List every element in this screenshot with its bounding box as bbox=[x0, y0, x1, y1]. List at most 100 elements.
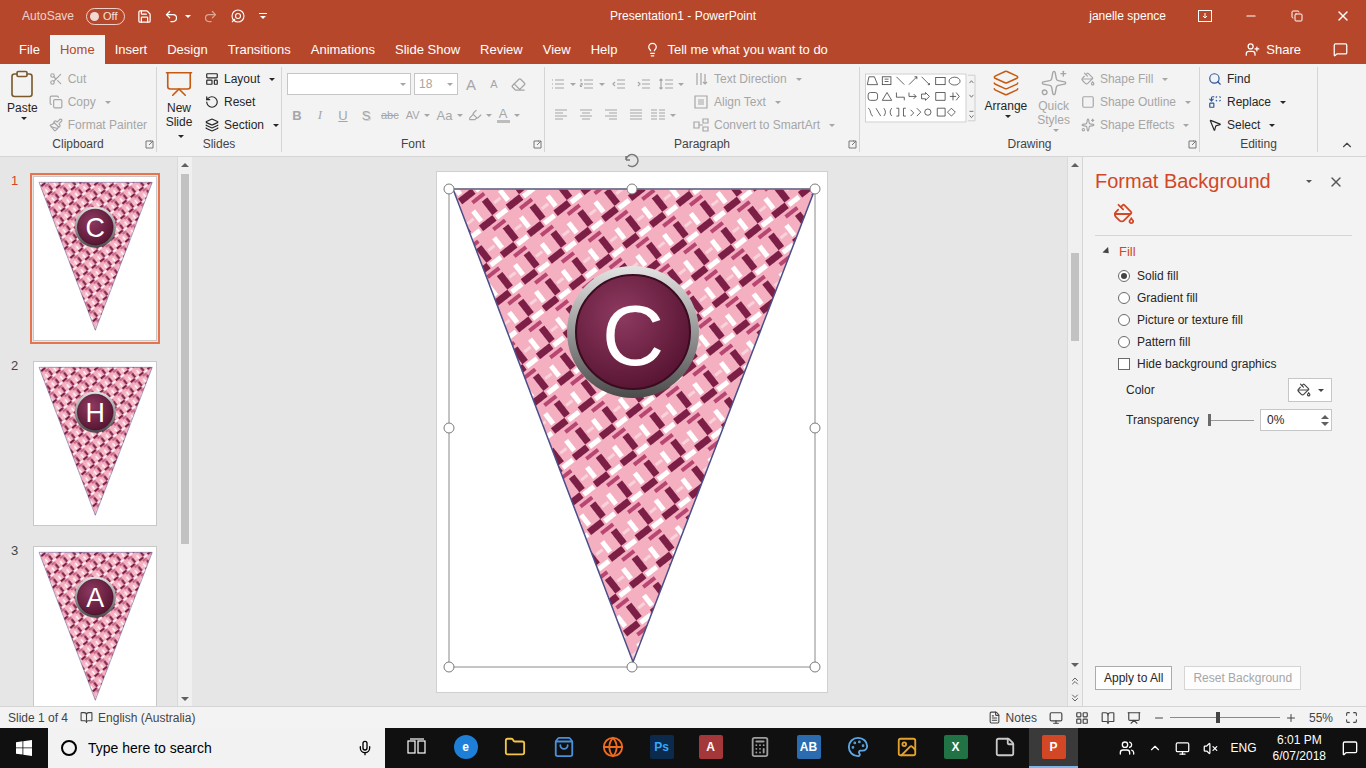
ribbon-tab[interactable]: Design bbox=[157, 35, 217, 64]
ribbon-display-options-icon[interactable] bbox=[1198, 10, 1212, 22]
resize-handle[interactable] bbox=[444, 662, 454, 672]
task-view-icon[interactable] bbox=[407, 738, 427, 756]
touch-mode-icon[interactable] bbox=[230, 8, 246, 24]
restore-button[interactable] bbox=[1274, 0, 1320, 32]
dialog-launcher-icon[interactable] bbox=[145, 140, 154, 149]
taskbar-app[interactable] bbox=[882, 728, 931, 768]
ribbon-tab[interactable]: Help bbox=[581, 35, 628, 64]
fill-option[interactable]: Gradient fill bbox=[1083, 287, 1366, 309]
resize-handle[interactable] bbox=[444, 184, 454, 194]
pane-options-button[interactable] bbox=[1294, 180, 1320, 183]
resize-handle[interactable] bbox=[627, 184, 637, 194]
tell-me-box[interactable]: Tell me what you want to do bbox=[645, 35, 827, 64]
people-button[interactable] bbox=[1115, 728, 1139, 768]
pennant-shape[interactable] bbox=[39, 367, 152, 515]
language-button[interactable]: English (Australia) bbox=[80, 711, 195, 725]
undo-button[interactable] bbox=[164, 9, 191, 24]
fill-tab[interactable] bbox=[1113, 203, 1135, 235]
taskbar-app[interactable] bbox=[833, 728, 882, 768]
zoom-slider[interactable] bbox=[1170, 711, 1280, 725]
customize-toolbar-button[interactable] bbox=[258, 11, 268, 21]
autosave-toggle[interactable]: Off bbox=[86, 8, 124, 25]
radio-button[interactable] bbox=[1118, 270, 1130, 282]
pennant-shape[interactable] bbox=[39, 552, 152, 700]
taskbar-app[interactable] bbox=[490, 728, 539, 768]
fit-to-window-button[interactable] bbox=[1345, 711, 1358, 724]
slide-scrollbar[interactable] bbox=[1067, 157, 1082, 706]
taskbar-app[interactable]: A bbox=[686, 728, 735, 768]
user-name[interactable]: janelle spence bbox=[1089, 9, 1166, 23]
fill-option[interactable]: Picture or texture fill bbox=[1083, 309, 1366, 331]
zoom-thumb[interactable] bbox=[1216, 712, 1220, 723]
previous-slide-button[interactable] bbox=[1068, 672, 1082, 689]
shapes-gallery[interactable] bbox=[865, 67, 977, 129]
taskbar-app[interactable]: P bbox=[1029, 728, 1078, 768]
notes-button[interactable]: Notes bbox=[988, 711, 1037, 725]
pennant-shape[interactable] bbox=[39, 182, 152, 330]
ribbon-tab[interactable]: Review bbox=[470, 35, 533, 64]
section-button[interactable]: Section bbox=[202, 114, 282, 136]
shape-selection[interactable] bbox=[449, 189, 815, 667]
taskbar-app[interactable] bbox=[392, 728, 441, 768]
ribbon-tab[interactable]: View bbox=[533, 35, 581, 64]
paste-button[interactable]: Paste bbox=[5, 67, 40, 122]
reading-view-button[interactable] bbox=[1101, 711, 1115, 725]
comments-button[interactable] bbox=[1313, 35, 1366, 64]
slide-thumbnail[interactable]: 2H bbox=[0, 358, 177, 529]
ribbon-tab[interactable]: Animations bbox=[301, 35, 385, 64]
dialog-launcher-icon[interactable] bbox=[533, 140, 542, 149]
thumbnails-scrollbar[interactable] bbox=[177, 157, 192, 706]
volume-button[interactable] bbox=[1199, 728, 1223, 768]
share-button[interactable]: Share bbox=[1233, 35, 1313, 64]
transparency-slider[interactable] bbox=[1208, 413, 1254, 427]
resize-handle[interactable] bbox=[444, 423, 454, 433]
ribbon-tab[interactable]: Transitions bbox=[218, 35, 301, 64]
scroll-up-button[interactable] bbox=[1068, 157, 1082, 172]
minimize-button[interactable] bbox=[1228, 0, 1274, 32]
resize-handle[interactable] bbox=[810, 423, 820, 433]
taskbar-app[interactable] bbox=[539, 728, 588, 768]
fill-section-header[interactable]: Fill bbox=[1083, 236, 1366, 265]
slide-show-button[interactable] bbox=[1127, 711, 1141, 725]
zoom-level[interactable]: 55% bbox=[1309, 711, 1333, 725]
layout-button[interactable]: Layout bbox=[202, 68, 282, 90]
network-button[interactable] bbox=[1171, 728, 1195, 768]
slide-thumbnail[interactable]: 3A bbox=[0, 543, 177, 706]
start-button[interactable] bbox=[0, 728, 48, 768]
radio-button[interactable] bbox=[1118, 336, 1130, 348]
zoom-in-icon[interactable] bbox=[1285, 712, 1297, 724]
replace-button[interactable]: Replace bbox=[1205, 91, 1289, 113]
taskbar-app[interactable]: X bbox=[931, 728, 980, 768]
resize-handle[interactable] bbox=[810, 184, 820, 194]
dialog-launcher-icon[interactable] bbox=[1188, 140, 1197, 149]
ribbon-tab[interactable]: File bbox=[9, 35, 50, 64]
clock[interactable]: 6:01 PM6/07/2018 bbox=[1265, 732, 1334, 764]
resize-handle[interactable] bbox=[627, 662, 637, 672]
radio-button[interactable] bbox=[1118, 314, 1130, 326]
customize-toolbar-icon[interactable] bbox=[258, 11, 268, 21]
ribbon-tab[interactable]: Slide Show bbox=[385, 35, 470, 64]
normal-view-button[interactable] bbox=[1049, 711, 1063, 725]
scroll-down-button[interactable] bbox=[1068, 657, 1082, 672]
scroll-up-button[interactable] bbox=[178, 157, 192, 172]
ribbon-tab[interactable]: Home bbox=[50, 35, 105, 64]
fill-option[interactable]: Solid fill bbox=[1083, 265, 1366, 287]
save-button[interactable] bbox=[137, 9, 152, 24]
touch-mode-button[interactable] bbox=[230, 8, 246, 24]
taskbar-app[interactable] bbox=[588, 728, 637, 768]
collapse-ribbon-button[interactable] bbox=[1318, 67, 1366, 156]
new-slide-button[interactable]: New Slide bbox=[162, 67, 196, 145]
input-language[interactable]: ENG bbox=[1227, 728, 1261, 768]
color-picker-button[interactable] bbox=[1288, 378, 1332, 402]
action-center-button[interactable] bbox=[1338, 728, 1362, 768]
slide-thumbnail[interactable]: 1C bbox=[0, 173, 177, 344]
ribbon-display-button[interactable] bbox=[1182, 0, 1228, 32]
pennant-shape[interactable] bbox=[453, 189, 815, 662]
ribbon-tab[interactable]: Insert bbox=[105, 35, 158, 64]
checkbox[interactable] bbox=[1118, 358, 1130, 370]
select-button[interactable]: Select bbox=[1205, 114, 1289, 136]
reset-button[interactable]: Reset bbox=[202, 91, 282, 113]
cortana-icon[interactable] bbox=[60, 739, 78, 757]
rotate-handle-icon[interactable] bbox=[626, 154, 638, 166]
dialog-launcher-icon[interactable] bbox=[848, 140, 857, 149]
